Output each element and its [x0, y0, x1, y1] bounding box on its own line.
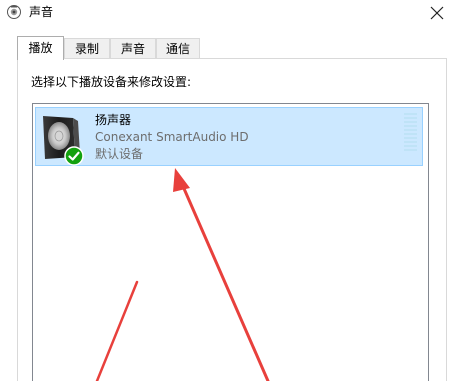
device-name: 扬声器 [95, 113, 132, 127]
volume-level-meter [404, 113, 417, 151]
device-status: 默认设备 [95, 147, 144, 161]
level-segment [404, 137, 417, 139]
tab-sounds[interactable]: 声音 [110, 38, 156, 59]
window-title: 声音 [29, 5, 54, 19]
instruction-text: 选择以下播放设备来修改设置: [31, 75, 192, 89]
level-segment [404, 113, 417, 115]
level-segment [404, 149, 417, 151]
level-segment [404, 117, 417, 119]
close-button[interactable] [420, 0, 454, 26]
tab-recording[interactable]: 录制 [64, 38, 110, 59]
close-icon [430, 6, 444, 20]
level-segment [404, 129, 417, 131]
sound-dialog: 声音 播放 录制 声音 通信 选择以下播放设备来修改设置: 扬声器 Conexa… [0, 0, 454, 381]
tab-recording-label: 录制 [74, 42, 99, 56]
title-bar: 声音 [0, 0, 454, 28]
device-driver: Conexant SmartAudio HD [95, 130, 249, 144]
level-segment [404, 141, 417, 143]
level-segment [404, 133, 417, 135]
tab-playback-label: 播放 [28, 41, 53, 55]
level-segment [404, 125, 417, 127]
tab-playback[interactable]: 播放 [17, 36, 64, 60]
tab-communications-label: 通信 [165, 42, 190, 56]
tab-sounds-label: 声音 [120, 42, 145, 56]
tab-communications[interactable]: 通信 [156, 38, 200, 59]
speaker-settings-icon [7, 5, 21, 19]
level-segment [404, 145, 417, 147]
level-segment [404, 121, 417, 123]
default-check-icon [64, 146, 84, 166]
